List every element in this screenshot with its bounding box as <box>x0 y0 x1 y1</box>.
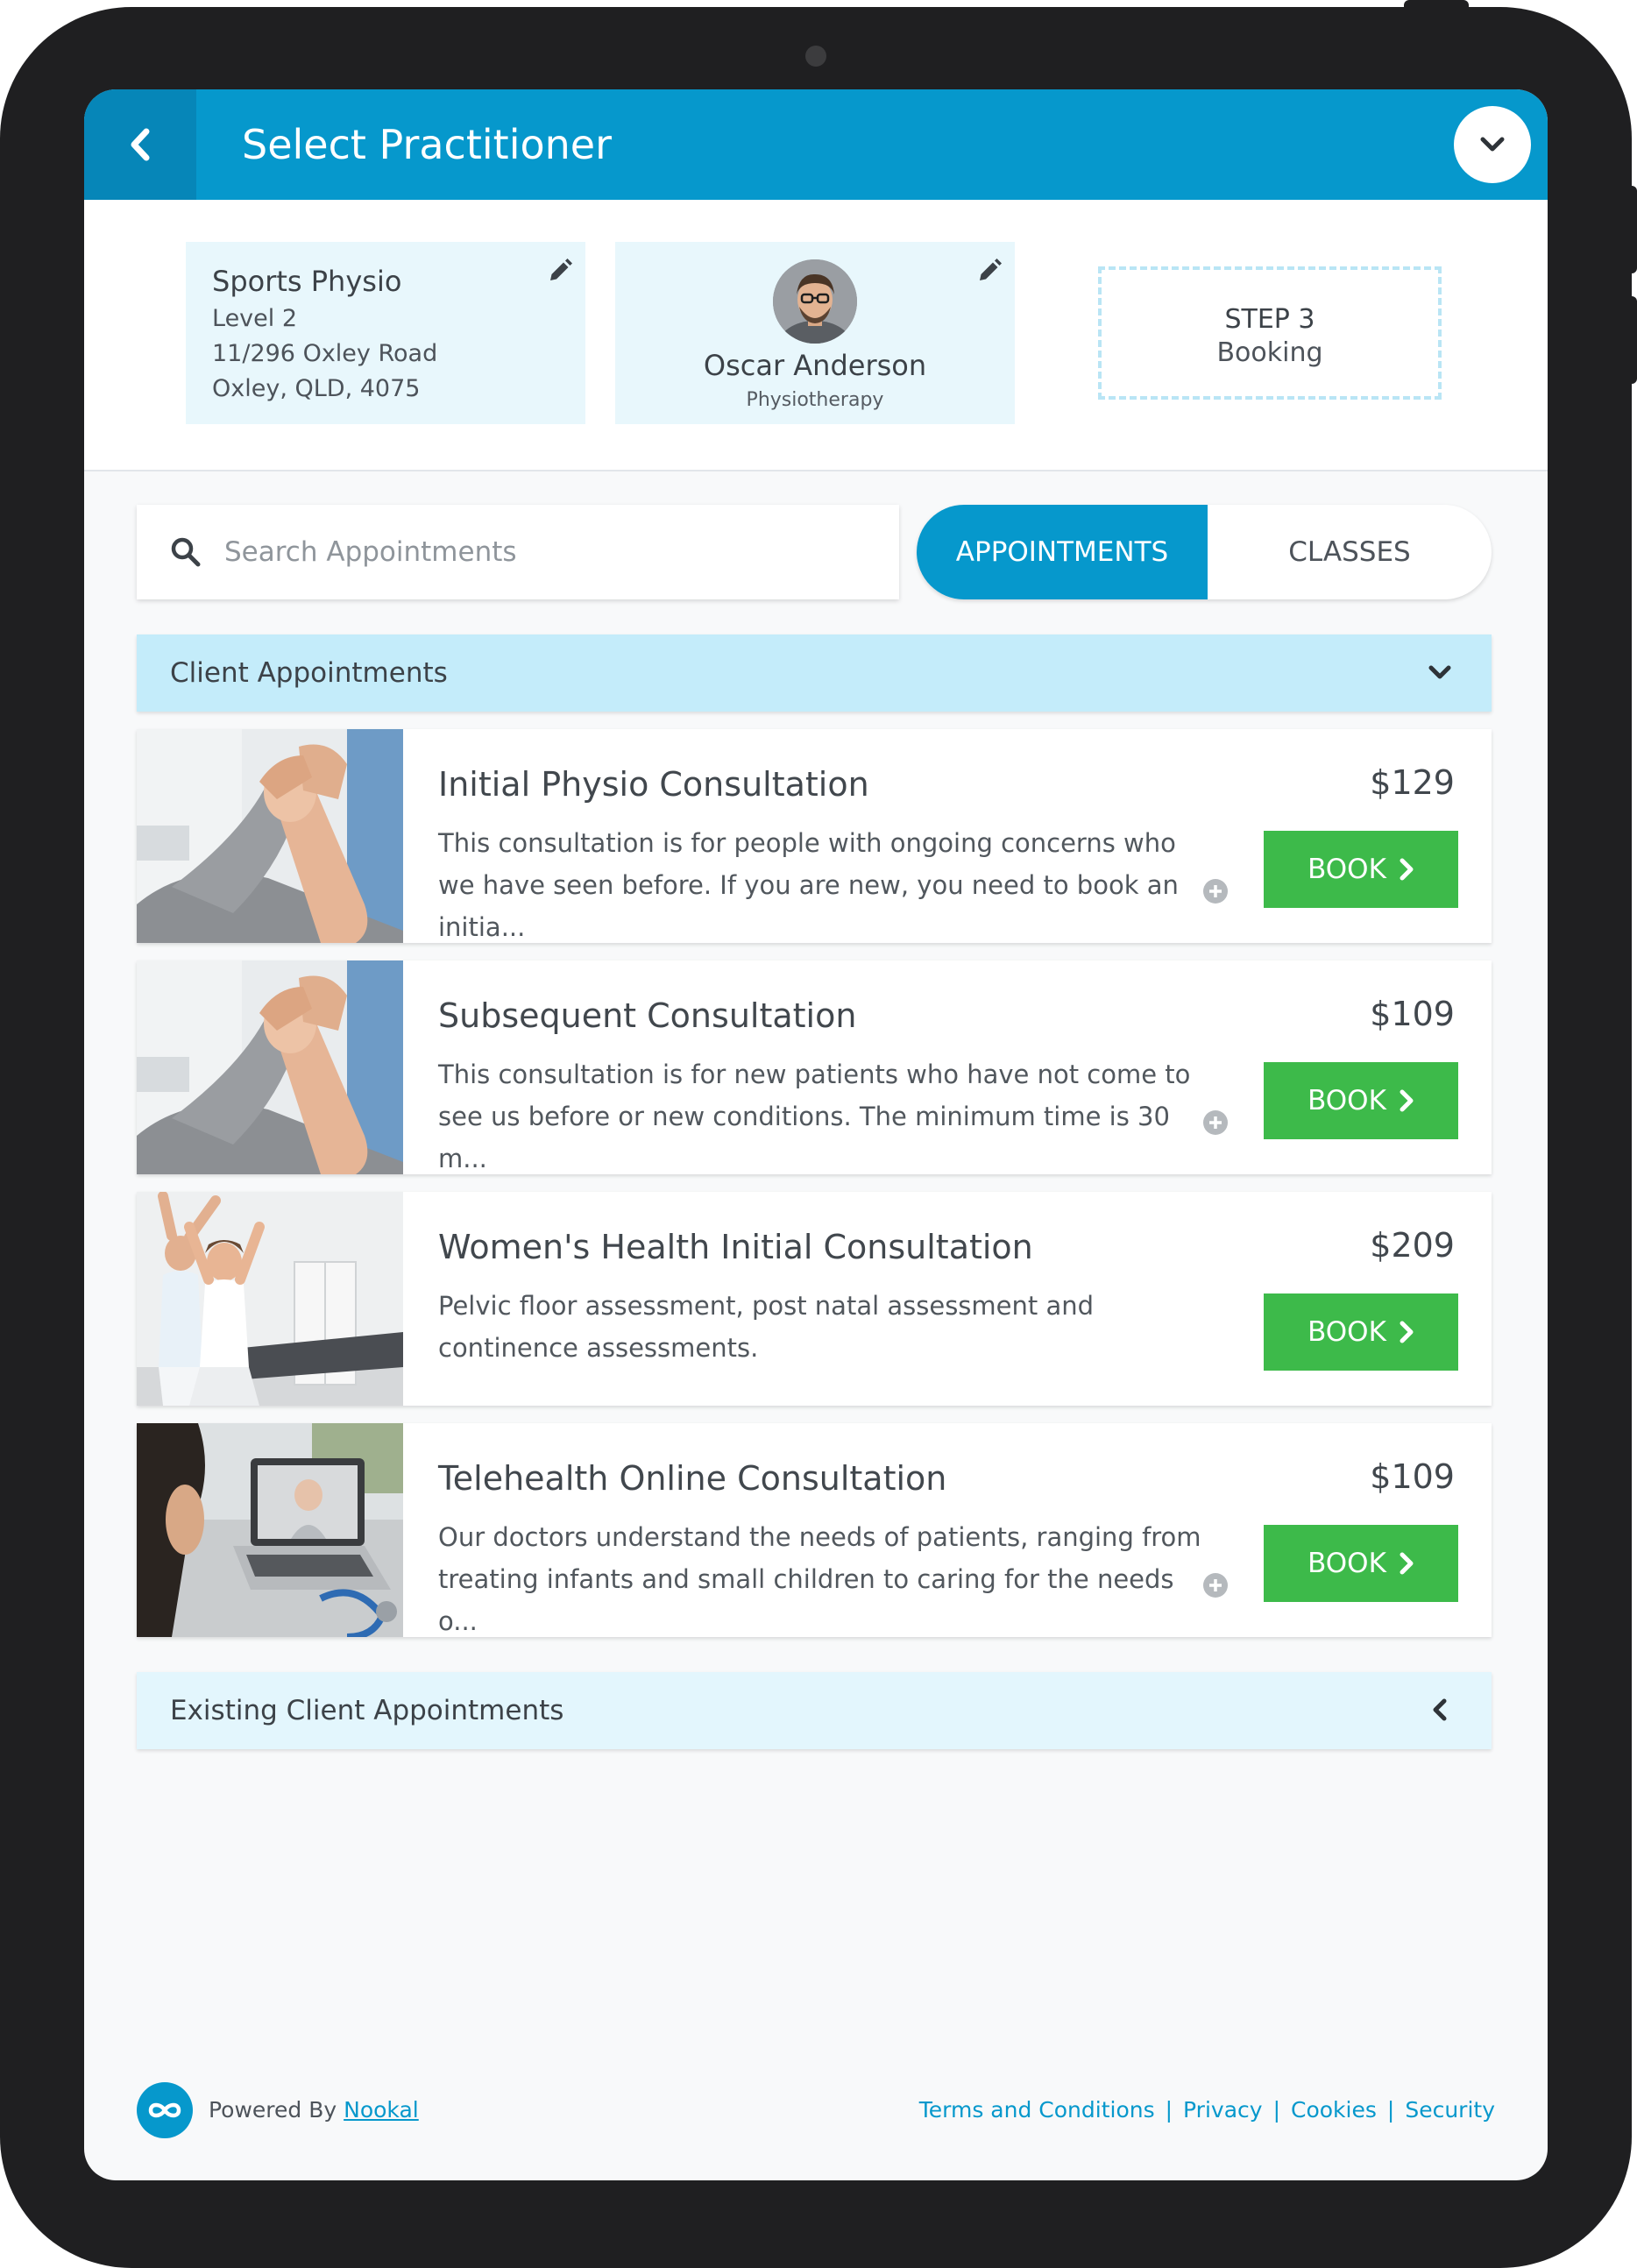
expand-plus-icon[interactable] <box>1202 878 1229 904</box>
menu-dropdown-button[interactable] <box>1454 106 1531 183</box>
volume-up-button <box>1628 186 1637 273</box>
booking-summary: Sports Physio Level 2 11/296 Oxley Road … <box>84 200 1548 471</box>
location-address-line: 11/296 Oxley Road <box>212 340 438 367</box>
location-address-line: Oxley, QLD, 4075 <box>212 375 421 402</box>
appointment-title: Initial Physio Consultation <box>438 765 869 804</box>
group-title: Client Appointments <box>170 657 448 689</box>
separator: | <box>1386 2097 1395 2123</box>
separator: | <box>1272 2097 1280 2123</box>
pencil-icon[interactable] <box>547 258 573 284</box>
appointment-price: $109 <box>1370 995 1455 1033</box>
page-title: Select Practitioner <box>242 121 612 168</box>
volume-down-button <box>1628 296 1637 384</box>
chevron-right-icon <box>1400 858 1414 881</box>
infinity-icon <box>148 2102 181 2118</box>
chevron-left-icon <box>1433 1698 1447 1721</box>
women-stretching-image <box>137 1192 403 1406</box>
practitioner-name: Oscar Anderson <box>703 349 927 382</box>
location-name: Sports Physio <box>212 265 402 298</box>
physio-knee-image <box>137 729 403 943</box>
appointment-description: This consultation is for people with ong… <box>438 828 1179 942</box>
appointment-title: Subsequent Consultation <box>438 996 857 1035</box>
book-label: BOOK <box>1307 854 1386 885</box>
appointment-card: Initial Physio Consultation This consult… <box>137 729 1492 943</box>
pencil-icon[interactable] <box>976 258 1003 284</box>
powered-by-text: Powered By <box>209 2097 344 2123</box>
location-address-line: Level 2 <box>212 305 298 332</box>
tab-appointments[interactable]: APPOINTMENTS <box>917 505 1208 599</box>
power-button <box>1404 0 1469 12</box>
tab-classes[interactable]: CLASSES <box>1208 505 1492 599</box>
step-number: STEP 3 <box>1224 304 1315 335</box>
book-label: BOOK <box>1307 1316 1386 1348</box>
appointment-price: $129 <box>1370 763 1455 802</box>
avatar <box>773 259 857 344</box>
expand-plus-icon[interactable] <box>1202 1572 1229 1598</box>
privacy-link[interactable]: Privacy <box>1183 2097 1263 2123</box>
chevron-down-icon <box>1480 137 1505 152</box>
book-label: BOOK <box>1307 1548 1386 1579</box>
book-button[interactable]: BOOK <box>1264 1293 1458 1371</box>
location-card[interactable]: Sports Physio Level 2 11/296 Oxley Road … <box>186 242 585 424</box>
book-button[interactable]: BOOK <box>1264 831 1458 908</box>
chevron-right-icon <box>1400 1321 1414 1343</box>
practitioner-card[interactable]: Oscar Anderson Physiotherapy <box>615 242 1015 424</box>
camera-dot <box>805 46 826 67</box>
type-toggle: APPOINTMENTS CLASSES <box>917 505 1492 599</box>
appointment-price: $109 <box>1370 1457 1455 1496</box>
expand-plus-icon[interactable] <box>1202 1109 1229 1136</box>
step-label: Booking <box>1216 337 1323 368</box>
cookies-link[interactable]: Cookies <box>1291 2097 1377 2123</box>
security-link[interactable]: Security <box>1405 2097 1495 2123</box>
terms-link[interactable]: Terms and Conditions <box>919 2097 1155 2123</box>
appointment-description: Pelvic floor assessment, post natal asse… <box>438 1291 1095 1363</box>
appointment-title: Women's Health Initial Consultation <box>438 1228 1033 1266</box>
back-button[interactable] <box>84 89 196 200</box>
appointment-card: Women's Health Initial Consultation Pelv… <box>137 1192 1492 1406</box>
group-title: Existing Client Appointments <box>170 1695 564 1726</box>
book-button[interactable]: BOOK <box>1264 1062 1458 1139</box>
appointment-price: $209 <box>1370 1226 1455 1265</box>
video-call-laptop-image <box>137 1423 403 1637</box>
footer-links: Terms and Conditions | Privacy | Cookies | Sec… <box>919 2095 1495 2125</box>
chevron-right-icon <box>1400 1089 1414 1112</box>
search-bar <box>137 505 899 599</box>
app-screen: Select Practitioner Sports Physio Level … <box>84 89 1548 2180</box>
powered-by: Powered By Nookal <box>209 2095 419 2125</box>
chevron-right-icon <box>1400 1552 1414 1575</box>
search-input[interactable] <box>223 535 875 569</box>
appointment-card: Subsequent Consultation This consultatio… <box>137 960 1492 1174</box>
group-header-existing-client-appointments[interactable]: Existing Client Appointments <box>137 1672 1492 1749</box>
top-bar: Select Practitioner <box>84 89 1548 200</box>
chevron-left-icon <box>131 128 150 161</box>
practitioner-specialty: Physiotherapy <box>746 389 884 411</box>
appointment-title: Telehealth Online Consultation <box>438 1459 947 1498</box>
separator: | <box>1165 2097 1173 2123</box>
physio-knee-image <box>137 960 403 1174</box>
search-icon <box>171 537 201 567</box>
nookal-link[interactable]: Nookal <box>344 2097 419 2123</box>
appointment-description: Our doctors understand the needs of pati… <box>438 1522 1201 1636</box>
appointment-card: Telehealth Online Consultation Our docto… <box>137 1423 1492 1637</box>
step-indicator: STEP 3 Booking <box>1098 266 1442 400</box>
appointment-description: This consultation is for new patients wh… <box>438 1060 1191 1173</box>
group-header-client-appointments[interactable]: Client Appointments <box>137 634 1492 712</box>
nookal-logo <box>137 2082 193 2138</box>
book-label: BOOK <box>1307 1085 1386 1116</box>
book-button[interactable]: BOOK <box>1264 1525 1458 1602</box>
chevron-down-icon <box>1428 665 1451 679</box>
